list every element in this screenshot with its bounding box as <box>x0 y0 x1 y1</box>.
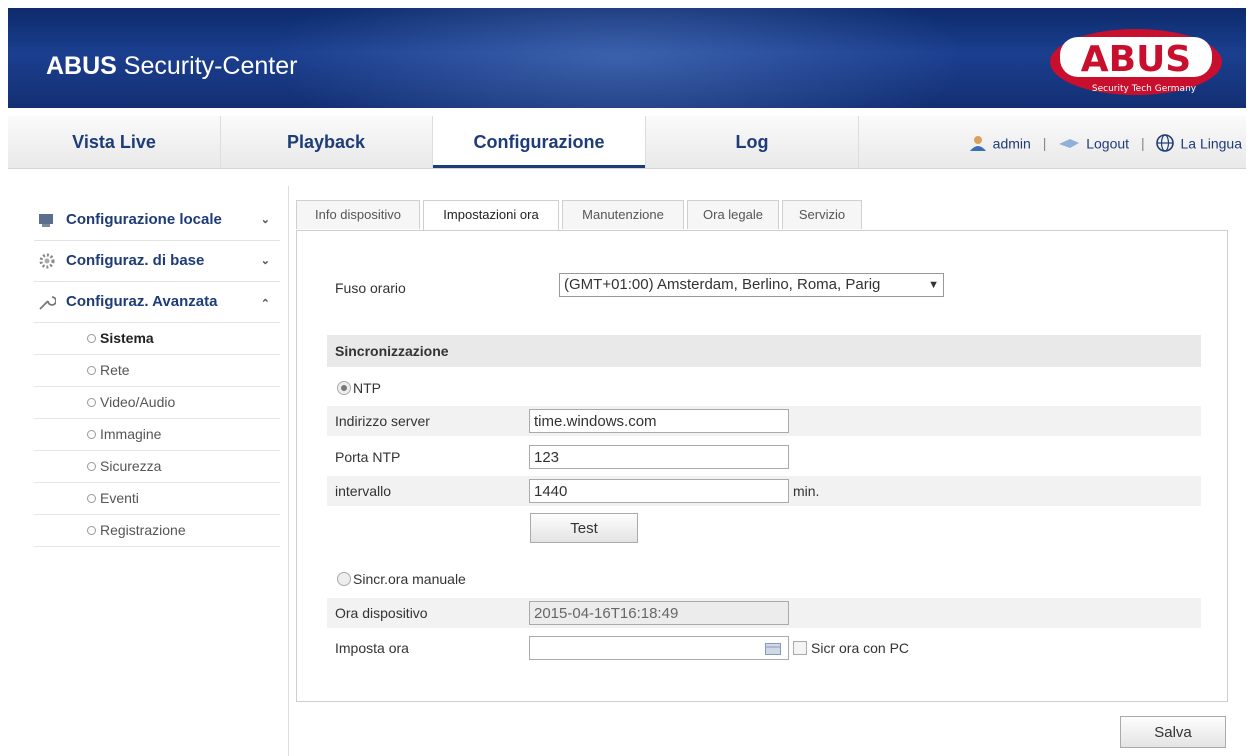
device-time-row: Ora dispositivo 2015-04-16T16:18:49 <box>327 598 1201 628</box>
interval-row: intervallo 1440 min. <box>327 476 1201 506</box>
bullet-icon <box>87 398 96 407</box>
calendar-icon[interactable] <box>765 643 781 655</box>
nav-tab-playback[interactable]: Playback <box>220 116 433 168</box>
nav-tab-log[interactable]: Log <box>645 116 859 168</box>
port-input[interactable]: 123 <box>529 445 789 469</box>
banner-glow <box>268 8 968 108</box>
bullet-icon <box>87 366 96 375</box>
server-row: Indirizzo server time.windows.com <box>327 406 1201 436</box>
time-settings-panel: Fuso orario (GMT+01:00) Amsterdam, Berli… <box>296 230 1228 702</box>
manual-row: Sincr.ora manuale <box>327 564 1201 594</box>
app-title: ABUS Security-Center <box>46 52 298 80</box>
timezone-label: Fuso orario <box>335 280 406 296</box>
sidebar-group-label: Configurazione locale <box>66 211 222 228</box>
manual-label: Sincr.ora manuale <box>353 571 466 587</box>
sidebar-item-immagine[interactable]: Immagine <box>34 419 280 451</box>
test-button[interactable]: Test <box>530 513 638 543</box>
sidebar-item-sistema[interactable]: Sistema <box>34 323 280 355</box>
abus-logo: ABUS Security Tech Germany <box>1050 29 1222 95</box>
sidebar-divider <box>288 186 289 756</box>
monitor-icon <box>39 214 53 227</box>
sidebar-item-eventi[interactable]: Eventi <box>34 483 280 515</box>
sidebar: Configurazione locale ⌄ Configuraz. di b… <box>34 200 280 547</box>
sidebar-group-advanced[interactable]: Configuraz. Avanzata ⌃ <box>34 282 280 323</box>
tab-info-dispositivo[interactable]: Info dispositivo <box>296 200 420 229</box>
logo-tagline: Security Tech Germany <box>1092 84 1197 94</box>
tab-ora-legale[interactable]: Ora legale <box>687 200 779 229</box>
bullet-icon <box>87 462 96 471</box>
nav-tab-vista-live[interactable]: Vista Live <box>8 116 221 168</box>
dropdown-arrow-icon: ▼ <box>928 279 939 291</box>
timezone-select[interactable]: (GMT+01:00) Amsterdam, Berlino, Roma, Pa… <box>559 273 944 297</box>
manual-radio[interactable] <box>337 572 351 586</box>
timezone-row: Fuso orario (GMT+01:00) Amsterdam, Berli… <box>327 273 1201 303</box>
server-label: Indirizzo server <box>335 413 430 429</box>
wrench-icon <box>39 296 56 310</box>
set-time-row: Imposta ora Sicr ora con PC <box>327 633 1201 663</box>
separator: | <box>1140 135 1145 152</box>
user-menu: admin | Logout | La Lingua <box>969 116 1242 168</box>
sidebar-item-registrazione[interactable]: Registrazione <box>34 515 280 547</box>
sync-pc-checkbox[interactable] <box>793 641 807 655</box>
interval-label: intervallo <box>335 483 392 499</box>
sidebar-item-video-audio[interactable]: Video/Audio <box>34 387 280 419</box>
sync-section-header: Sincronizzazione <box>327 335 1201 367</box>
logout-icon <box>1059 139 1080 149</box>
user-link[interactable]: admin <box>993 135 1031 151</box>
sidebar-group-label: Configuraz. di base <box>66 252 205 269</box>
bullet-icon <box>87 494 96 503</box>
chevron-down-icon: ⌄ <box>260 214 270 226</box>
server-input[interactable]: time.windows.com <box>529 409 789 433</box>
separator: | <box>1042 135 1047 152</box>
interval-unit: min. <box>793 483 820 499</box>
interval-input[interactable]: 1440 <box>529 479 789 503</box>
sidebar-group-base[interactable]: Configuraz. di base ⌄ <box>34 241 280 282</box>
sidebar-group-label: Configuraz. Avanzata <box>66 293 218 310</box>
language-link[interactable]: La Lingua <box>1180 135 1242 151</box>
chevron-up-icon: ⌃ <box>260 298 270 310</box>
sidebar-group-local[interactable]: Configurazione locale ⌄ <box>34 200 280 241</box>
sync-pc-label: Sicr ora con PC <box>811 640 910 656</box>
set-time-input[interactable] <box>529 636 789 660</box>
device-time-input: 2015-04-16T16:18:49 <box>529 601 789 625</box>
bullet-icon <box>87 334 96 343</box>
logout-link[interactable]: Logout <box>1086 135 1129 151</box>
user-icon <box>969 136 986 152</box>
gear-icon <box>39 253 55 269</box>
nav-tab-configurazione[interactable]: Configurazione <box>433 116 645 168</box>
bullet-icon <box>87 526 96 535</box>
tab-servizio[interactable]: Servizio <box>782 200 862 229</box>
bullet-icon <box>87 430 96 439</box>
logo-text: ABUS <box>1081 39 1191 80</box>
tab-manutenzione[interactable]: Manutenzione <box>562 200 684 229</box>
globe-icon <box>1156 134 1175 153</box>
ntp-label: NTP <box>353 380 381 396</box>
sidebar-item-sicurezza[interactable]: Sicurezza <box>34 451 280 483</box>
header-banner: ABUS Security-Center ABUS Security Tech … <box>8 8 1246 108</box>
tab-impostazioni-ora[interactable]: Impostazioni ora <box>423 200 559 232</box>
port-label: Porta NTP <box>335 449 401 465</box>
ntp-radio[interactable] <box>337 381 351 395</box>
chevron-down-icon: ⌄ <box>260 255 270 267</box>
set-time-label: Imposta ora <box>335 640 409 656</box>
main-nav: Vista Live Playback Configurazione Log a… <box>8 116 1246 169</box>
port-row: Porta NTP 123 <box>327 442 1201 472</box>
sidebar-item-rete[interactable]: Rete <box>34 355 280 387</box>
device-time-label: Ora dispositivo <box>335 605 428 621</box>
save-button[interactable]: Salva <box>1120 716 1226 748</box>
ntp-row: NTP <box>327 373 1201 403</box>
